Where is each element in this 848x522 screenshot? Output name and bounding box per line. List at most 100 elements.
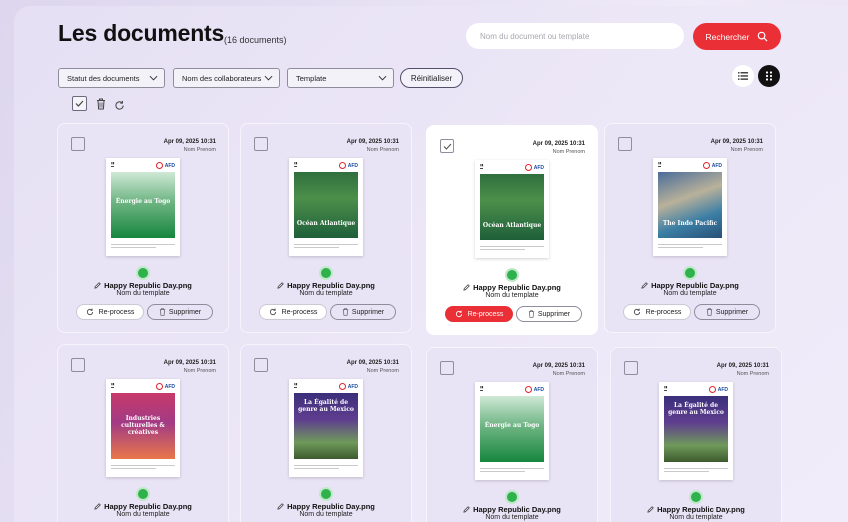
bulk-delete-button[interactable] bbox=[96, 97, 106, 115]
list-icon bbox=[738, 72, 748, 80]
card-filename-text: Happy Republic Day.png bbox=[651, 281, 739, 290]
card-date: Apr 09, 2025 10:31 bbox=[346, 360, 399, 366]
gov-logo-icon: ▮▮ ▬ bbox=[664, 385, 668, 392]
document-card[interactable]: Apr 09, 2025 10:31 Nom Prenom ▮▮ ▬ AFD La… bbox=[610, 347, 782, 522]
card-filename: Happy Republic Day.png bbox=[611, 505, 781, 514]
card-author: Nom Prenom bbox=[366, 147, 399, 153]
reprocess-label: Re-process bbox=[281, 308, 318, 316]
card-checkbox[interactable] bbox=[254, 137, 268, 151]
thumbnail-title: Énergie au Togo bbox=[115, 198, 171, 205]
refresh-icon bbox=[455, 310, 462, 318]
card-filename: Happy Republic Day.png bbox=[427, 283, 597, 292]
thumbnail-title: La Égalité de genre au Mexico bbox=[298, 399, 354, 413]
card-author: Nom Prenom bbox=[366, 368, 399, 374]
pencil-icon bbox=[94, 503, 101, 510]
card-checkbox[interactable] bbox=[254, 358, 268, 372]
card-checkbox[interactable] bbox=[71, 137, 85, 151]
pencil-icon bbox=[647, 506, 654, 513]
thumbnail-image: The Indo Pacific bbox=[658, 172, 722, 238]
pencil-icon bbox=[94, 282, 101, 289]
thumbnail-title: The Indo Pacific bbox=[662, 220, 718, 227]
status-filter[interactable]: Statut des documents bbox=[58, 68, 165, 88]
chevron-down-icon bbox=[149, 75, 158, 81]
thumbnail-image: La Égalité de genre au Mexico bbox=[294, 393, 358, 459]
status-indicator-icon bbox=[321, 268, 331, 278]
template-filter[interactable]: Template bbox=[287, 68, 394, 88]
grid-view-button[interactable] bbox=[758, 65, 780, 87]
card-author: Nom Prenom bbox=[736, 371, 769, 377]
pencil-icon bbox=[641, 282, 648, 289]
thumbnail-image: Océan Atlantique bbox=[480, 174, 544, 240]
gov-logo-icon: ▮▮ ▬ bbox=[480, 163, 484, 170]
card-template-name: Nom du template bbox=[663, 290, 717, 297]
document-thumbnail[interactable]: ▮▮ ▬ AFD Énergie au Togo bbox=[475, 382, 549, 480]
card-checkbox[interactable] bbox=[618, 137, 632, 151]
afd-logo-icon: AFD bbox=[338, 383, 358, 390]
collaborators-filter[interactable]: Nom des collaborateurs bbox=[173, 68, 280, 88]
delete-button[interactable]: Supprimer bbox=[330, 304, 396, 320]
card-checkbox[interactable] bbox=[440, 139, 454, 153]
afd-logo-icon: AFD bbox=[155, 162, 175, 169]
card-author: Nom Prenom bbox=[552, 371, 585, 377]
thumbnail-image: La Égalité de genre au Mexico bbox=[664, 396, 728, 462]
reprocess-label: Re-process bbox=[645, 308, 682, 316]
document-card[interactable]: Apr 09, 2025 10:31 Nom Prenom ▮▮ ▬ AFD Én… bbox=[426, 347, 598, 522]
delete-button[interactable]: Supprimer bbox=[516, 306, 582, 322]
afd-logo-icon: AFD bbox=[524, 386, 544, 393]
trash-icon bbox=[97, 98, 105, 110]
document-thumbnail[interactable]: ▮▮ ▬ AFD The Indo Pacific bbox=[653, 158, 727, 256]
refresh-icon bbox=[633, 308, 640, 316]
reprocess-button[interactable]: Re-process bbox=[259, 304, 327, 320]
reprocess-label: Re-process bbox=[98, 308, 135, 316]
trash-icon bbox=[528, 310, 535, 318]
status-indicator-icon bbox=[685, 268, 695, 278]
card-filename: Happy Republic Day.png bbox=[58, 502, 228, 511]
card-date: Apr 09, 2025 10:31 bbox=[346, 139, 399, 145]
document-thumbnail[interactable]: ▮▮ ▬ AFD La Égalité de genre au Mexico bbox=[289, 379, 363, 477]
status-filter-label: Statut des documents bbox=[67, 73, 140, 83]
search-button[interactable]: Rechercher bbox=[693, 23, 781, 50]
chevron-down-icon bbox=[264, 75, 273, 81]
thumbnail-image: Océan Atlantique bbox=[294, 172, 358, 238]
thumbnail-title: Océan Atlantique bbox=[296, 220, 356, 227]
delete-button[interactable]: Supprimer bbox=[147, 304, 213, 320]
card-checkbox[interactable] bbox=[71, 358, 85, 372]
document-thumbnail[interactable]: ▮▮ ▬ AFD Océan Atlantique bbox=[475, 160, 549, 258]
thumbnail-image: Industries culturelles & créatives bbox=[111, 393, 175, 459]
afd-logo-icon: AFD bbox=[155, 383, 175, 390]
collaborators-filter-label: Nom des collaborateurs bbox=[182, 73, 262, 83]
document-thumbnail[interactable]: ▮▮ ▬ AFD Industries culturelles & créativ… bbox=[106, 379, 180, 477]
card-template-name: Nom du template bbox=[116, 290, 170, 297]
reprocess-button[interactable]: Re-process bbox=[445, 306, 513, 322]
card-filename-text: Happy Republic Day.png bbox=[287, 502, 375, 511]
delete-label: Supprimer bbox=[351, 308, 385, 316]
refresh-icon bbox=[269, 308, 276, 316]
card-template-name: Nom du template bbox=[299, 511, 353, 518]
document-card[interactable]: Apr 09, 2025 10:31 Nom Prenom ▮▮ ▬ AFD Th… bbox=[604, 123, 776, 333]
reprocess-button[interactable]: Re-process bbox=[623, 304, 691, 320]
document-card[interactable]: Apr 09, 2025 10:31 Nom Prenom ▮▮ ▬ AFD Én… bbox=[57, 123, 229, 333]
document-thumbnail[interactable]: ▮▮ ▬ AFD Énergie au Togo bbox=[106, 158, 180, 256]
document-card[interactable]: Apr 09, 2025 10:31 Nom Prenom ▮▮ ▬ AFD Oc… bbox=[240, 123, 412, 333]
refresh-button[interactable] bbox=[114, 98, 125, 116]
select-all-checkbox[interactable] bbox=[72, 96, 87, 111]
card-checkbox[interactable] bbox=[440, 361, 454, 375]
reprocess-button[interactable]: Re-process bbox=[76, 304, 144, 320]
page-title: Les documents bbox=[58, 20, 225, 46]
status-indicator-icon bbox=[507, 270, 517, 280]
delete-button[interactable]: Supprimer bbox=[694, 304, 760, 320]
document-card[interactable]: Apr 09, 2025 10:31 Nom Prenom ▮▮ ▬ AFD Oc… bbox=[426, 125, 598, 335]
check-icon bbox=[443, 143, 451, 150]
gov-logo-icon: ▮▮ ▬ bbox=[294, 161, 298, 168]
document-thumbnail[interactable]: ▮▮ ▬ AFD Océan Atlantique bbox=[289, 158, 363, 256]
document-card[interactable]: Apr 09, 2025 10:31 Nom Prenom ▮▮ ▬ AFD La… bbox=[240, 344, 412, 522]
search-icon bbox=[758, 31, 768, 42]
document-card[interactable]: Apr 09, 2025 10:31 Nom Prenom ▮▮ ▬ AFD In… bbox=[57, 344, 229, 522]
list-view-button[interactable] bbox=[732, 65, 754, 87]
document-thumbnail[interactable]: ▮▮ ▬ AFD La Égalité de genre au Mexico bbox=[659, 382, 733, 480]
gov-logo-icon: ▮▮ ▬ bbox=[111, 382, 115, 389]
document-count: (16 documents) bbox=[224, 35, 287, 45]
card-checkbox[interactable] bbox=[624, 361, 638, 375]
reset-button[interactable]: Réinitialiser bbox=[400, 68, 463, 88]
search-input[interactable] bbox=[466, 23, 684, 49]
